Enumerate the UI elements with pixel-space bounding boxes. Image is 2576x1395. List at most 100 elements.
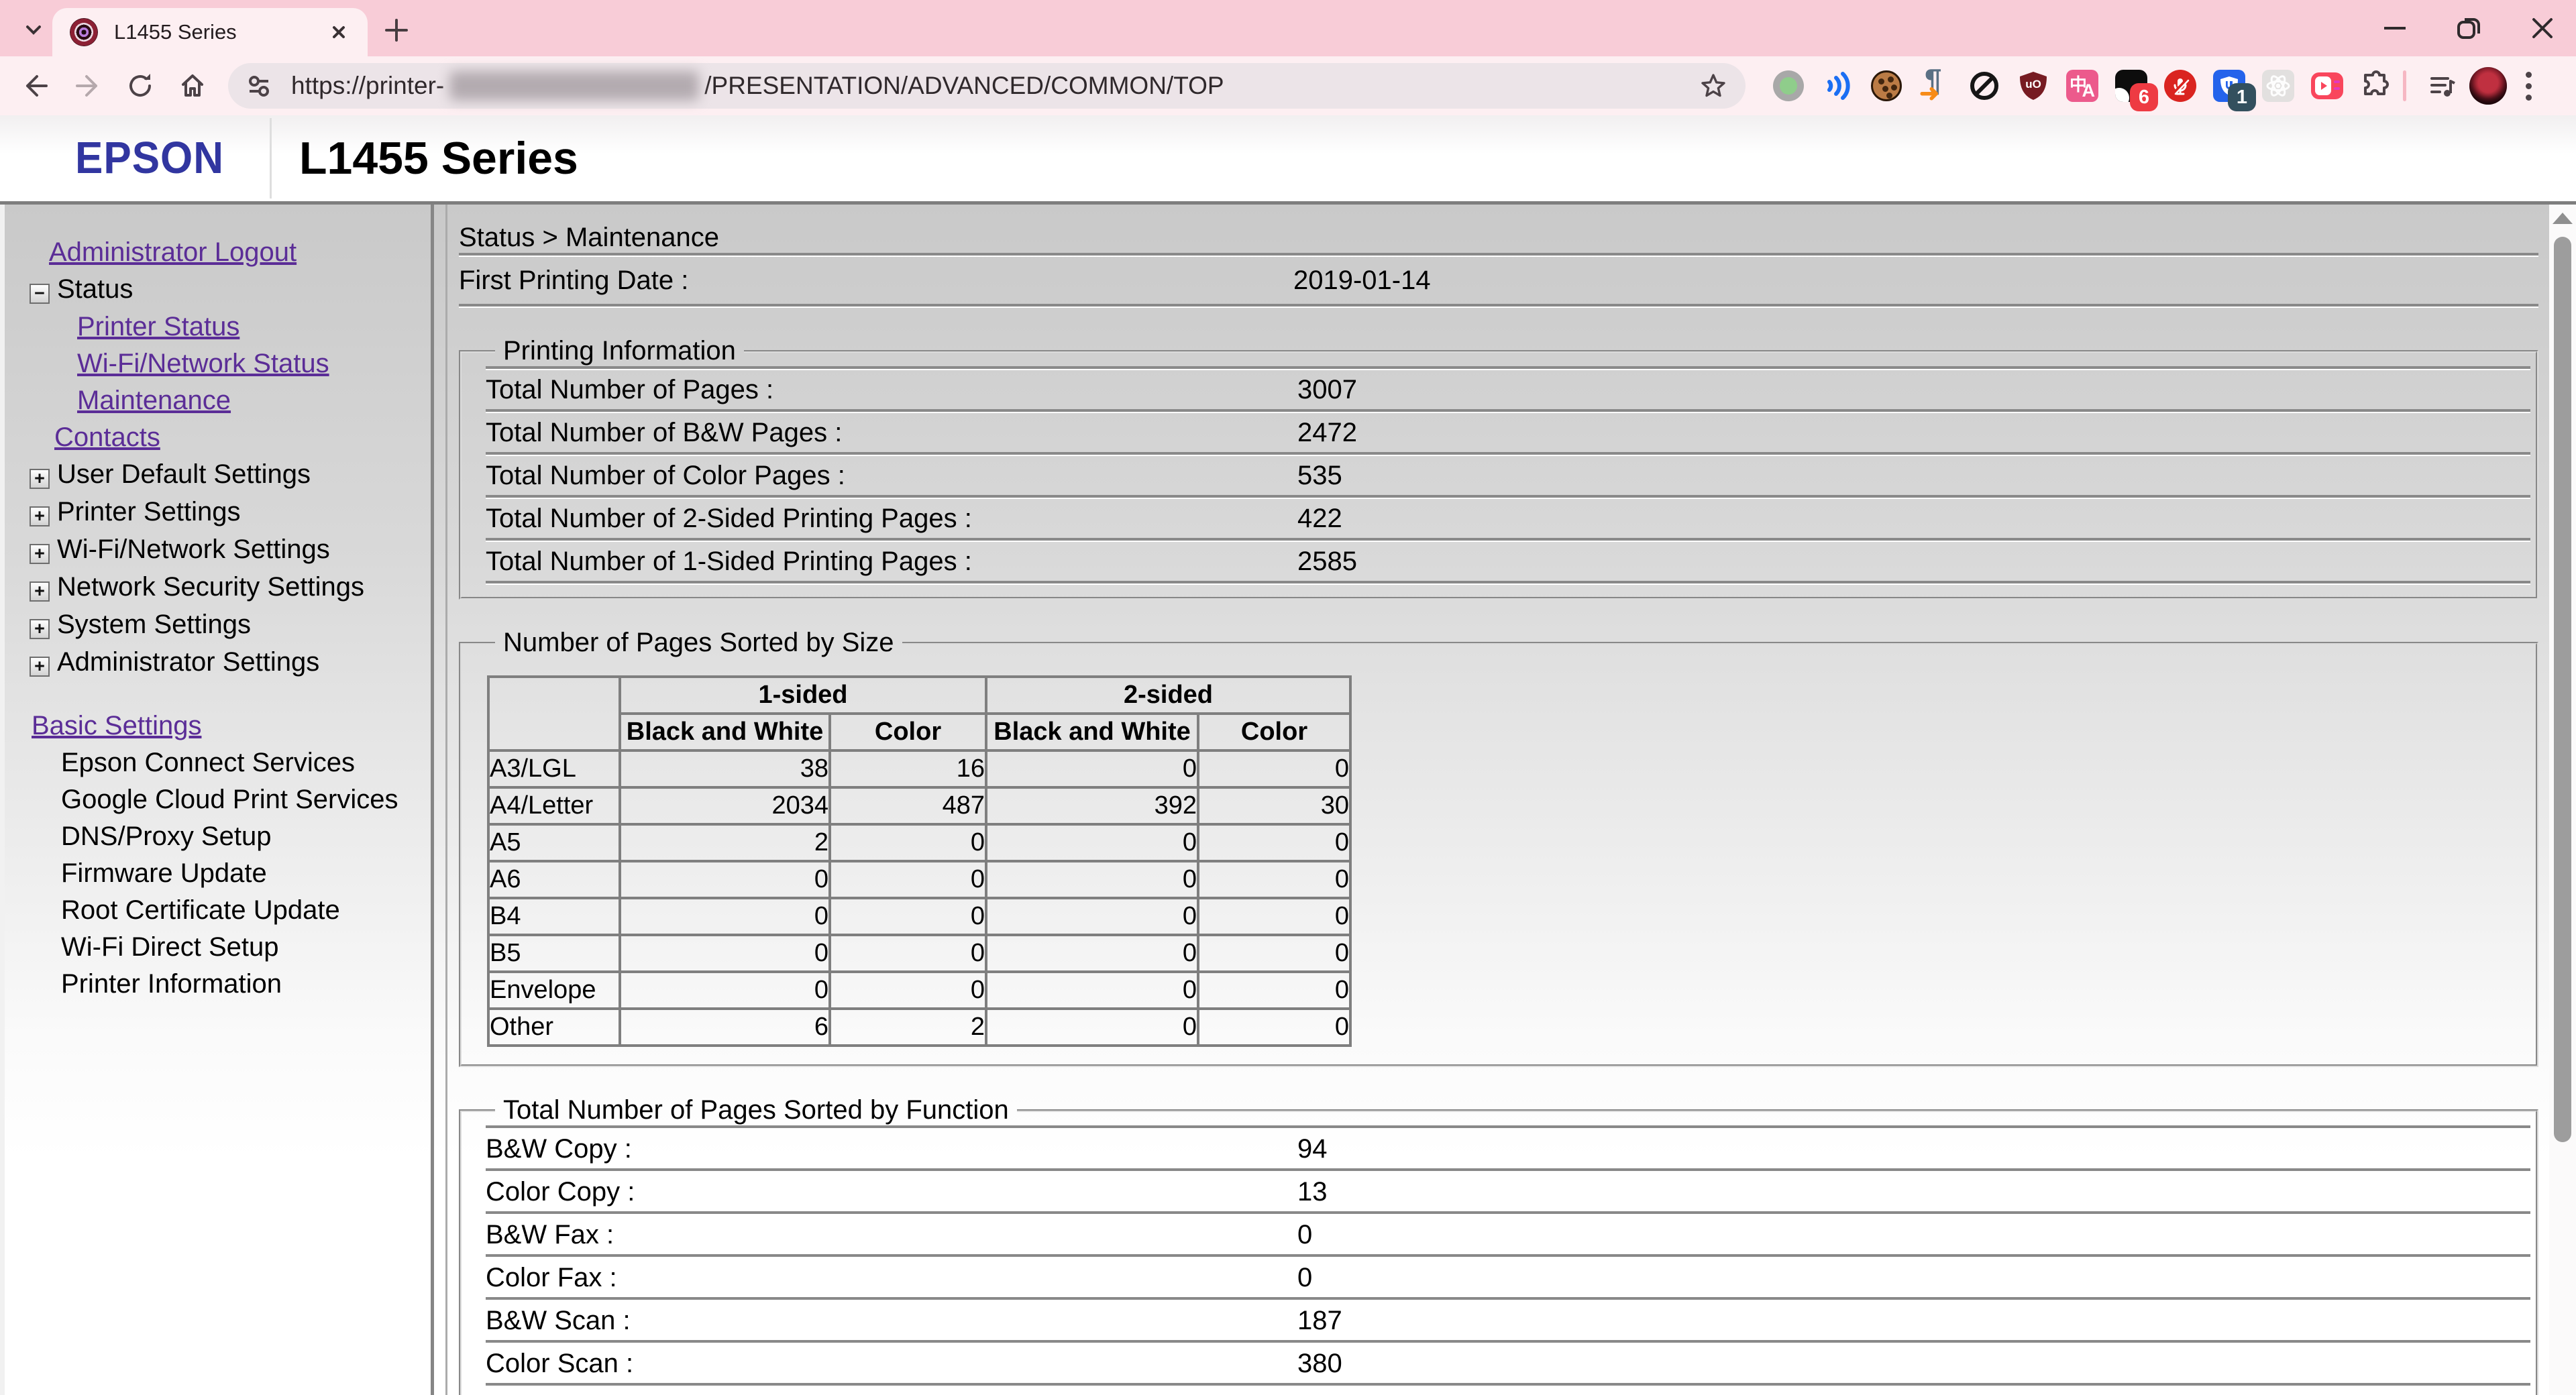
home-button[interactable] [166, 60, 219, 112]
scroll-up-arrow-icon[interactable] [2553, 213, 2573, 224]
cookie-icon [1871, 70, 1902, 101]
table-row: A5 2 0 0 0 [488, 824, 1350, 861]
sidebar-item-wifi-direct-setup[interactable]: Wi-Fi Direct Setup [5, 933, 431, 961]
content-blocker-extension[interactable] [1968, 70, 2000, 102]
restore-button[interactable] [2453, 12, 2485, 44]
back-arrow-icon [21, 71, 50, 101]
url-bar[interactable]: https://printer-/PRESENTATION/ADVANCED/C… [228, 63, 1746, 109]
main-content: Status > Maintenance First Printing Date… [448, 205, 2549, 1395]
page-header: EPSON L1455 Series [0, 115, 2576, 201]
browser-window: L1455 Series [0, 0, 2576, 1395]
pages-by-size-table: 1-sided 2-sided Black and White Color Bl… [487, 675, 1352, 1047]
sidebar-item-printer-status[interactable]: Printer Status [5, 313, 431, 341]
extensions-menu-button[interactable] [2360, 70, 2392, 102]
first-printing-date-row: First Printing Date : 2019-01-14 [459, 257, 2538, 304]
pilcrow-extension[interactable]: ¶➜ [1919, 70, 1951, 102]
profile-avatar[interactable] [2469, 67, 2507, 105]
browser-menu-button[interactable] [2526, 72, 2532, 101]
react-devtools-extension[interactable] [2262, 70, 2294, 102]
voice-control-extension[interactable] [2164, 70, 2196, 102]
translate-extension[interactable]: 中A [2066, 70, 2098, 102]
pilcrow-arrow-icon: ¶➜ [1919, 70, 1951, 102]
bitwarden-extension[interactable]: 1 [2213, 70, 2245, 102]
svg-text:uO: uO [2025, 78, 2041, 91]
sidebar-item-firmware-update[interactable]: Firmware Update [5, 859, 431, 887]
expand-box-icon[interactable]: + [30, 544, 50, 564]
function-row: Color Copy : 13 [486, 1172, 2530, 1211]
printing-information-legend: Printing Information [495, 336, 744, 366]
function-row: B&W Scan : 187 [486, 1301, 2530, 1340]
site-settings-icon[interactable] [246, 72, 272, 99]
sidebar-item-contacts[interactable]: Contacts [5, 423, 431, 451]
close-icon [2526, 12, 2559, 44]
collapse-box-icon[interactable]: − [30, 284, 50, 304]
sidebar-item-wifi-network-settings[interactable]: +Wi-Fi/Network Settings [5, 535, 431, 564]
sidebar-item-maintenance[interactable]: Maintenance [5, 386, 431, 414]
media-controls-button[interactable] [2417, 60, 2469, 112]
table-row: Envelope 0 0 0 0 [488, 972, 1350, 1009]
dark-reader-extension[interactable]: 6 [2115, 70, 2147, 102]
function-row: B&W Fax : 0 [486, 1215, 2530, 1254]
url-text[interactable]: https://printer-/PRESENTATION/ADVANCED/C… [291, 71, 1224, 101]
scrollbar-thumb[interactable] [2554, 237, 2571, 1142]
microphone-icon [2164, 70, 2196, 102]
table-row: A4/Letter 2034 487 392 30 [488, 787, 1350, 824]
minimize-button[interactable] [2379, 12, 2411, 44]
tab-close-button[interactable] [327, 21, 350, 44]
new-tab-button[interactable] [381, 15, 412, 46]
expand-box-icon[interactable]: + [30, 469, 50, 489]
ublock-shield-icon: uO [2017, 70, 2049, 102]
ublock-extension[interactable]: uO [2017, 70, 2049, 102]
sidebar-item-user-default-settings[interactable]: +User Default Settings [5, 460, 431, 489]
sidebar-item-epson-connect-services[interactable]: Epson Connect Services [5, 748, 431, 777]
epson-logo: EPSON [75, 133, 224, 184]
sidebar-navigation: Administrator Logout −Status Printer Sta… [5, 205, 431, 1395]
close-icon [327, 21, 350, 44]
pages-by-size-legend: Number of Pages Sorted by Size [495, 628, 902, 658]
extension-icons: ¶➜ uO 中A 6 [1772, 70, 2392, 102]
page-body: Administrator Logout −Status Printer Sta… [0, 201, 2576, 1395]
tab-search-button[interactable] [15, 11, 52, 48]
breadcrumb: Status > Maintenance [459, 222, 2538, 253]
content-background: Administrator Logout −Status Printer Sta… [0, 205, 2549, 1395]
sidebar-item-printer-settings[interactable]: +Printer Settings [5, 498, 431, 526]
first-printing-date-value: 2019-01-14 [1293, 266, 1431, 296]
video-enhancer-extension[interactable] [2311, 70, 2343, 102]
sidebar-item-dns-proxy-setup[interactable]: DNS/Proxy Setup [5, 822, 431, 850]
header-divider [270, 118, 272, 199]
forward-button[interactable] [62, 60, 114, 112]
reload-button[interactable] [114, 60, 166, 112]
sidebar-item-administrator-logout[interactable]: Administrator Logout [5, 238, 431, 266]
info-row: Total Number of Pages : 3007 [486, 370, 2530, 409]
table-row: B4 0 0 0 0 [488, 898, 1350, 935]
status-circle-extension[interactable] [1772, 70, 1805, 102]
function-row: Color Fax : 0 [486, 1258, 2530, 1297]
video-play-icon [2311, 72, 2343, 99]
col-group-2-sided: 2-sided [986, 677, 1350, 714]
prohibition-icon [1968, 70, 2000, 102]
expand-box-icon[interactable]: + [30, 581, 50, 602]
sidebar-item-system-settings[interactable]: +System Settings [5, 610, 431, 639]
plus-icon [381, 15, 412, 46]
sound-waves-extension[interactable] [1821, 70, 1854, 102]
sidebar-item-network-security-settings[interactable]: +Network Security Settings [5, 573, 431, 602]
page-scrollbar[interactable] [2549, 205, 2576, 1395]
back-button[interactable] [9, 60, 62, 112]
browser-tab[interactable]: L1455 Series [52, 8, 368, 56]
close-window-button[interactable] [2526, 12, 2559, 44]
expand-box-icon[interactable]: + [30, 506, 50, 526]
expand-box-icon[interactable]: + [30, 619, 50, 639]
sidebar-item-printer-information[interactable]: Printer Information [5, 970, 431, 998]
sidebar-item-status[interactable]: −Status [5, 275, 431, 304]
sidebar-item-wifi-network-status[interactable]: Wi-Fi/Network Status [5, 349, 431, 378]
expand-box-icon[interactable]: + [30, 657, 50, 677]
sidebar-item-root-certificate-update[interactable]: Root Certificate Update [5, 896, 431, 924]
printer-favicon-icon [70, 18, 98, 46]
cookie-extension[interactable] [1870, 70, 1902, 102]
sidebar-item-google-cloud-print-services[interactable]: Google Cloud Print Services [5, 785, 431, 814]
sidebar-item-administrator-settings[interactable]: +Administrator Settings [5, 648, 431, 677]
chevron-down-icon [22, 18, 45, 41]
sidebar-item-basic-settings[interactable]: Basic Settings [5, 712, 431, 740]
col-group-1-sided: 1-sided [620, 677, 986, 714]
bookmark-star-button[interactable] [1699, 71, 1728, 101]
